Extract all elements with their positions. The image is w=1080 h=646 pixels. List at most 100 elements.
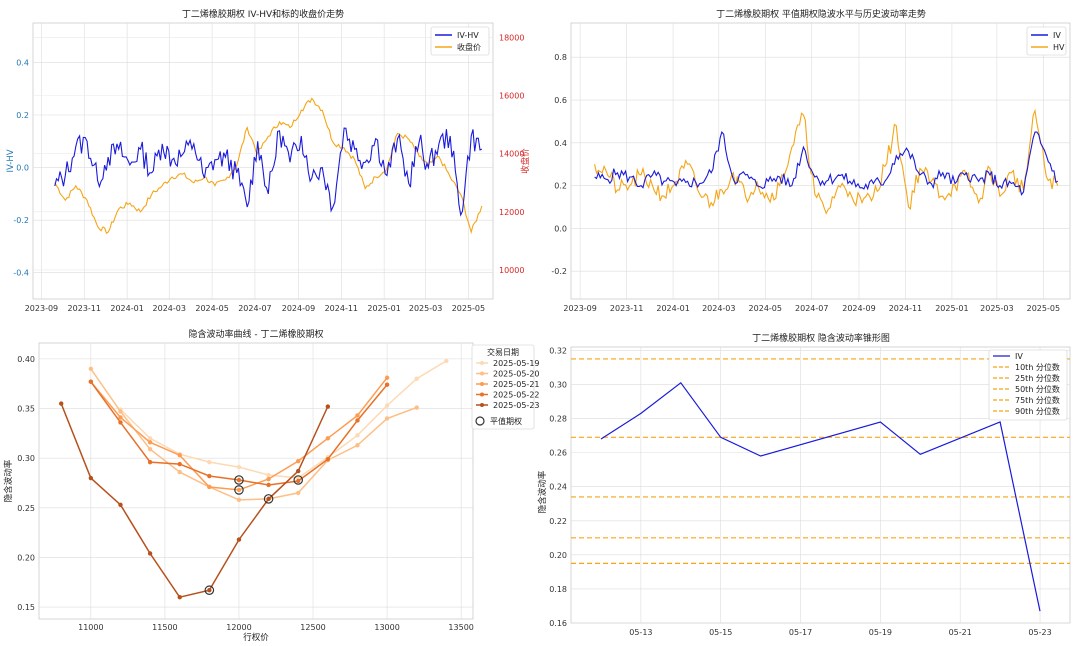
chart3-point bbox=[177, 452, 182, 458]
chart2-line-iv bbox=[594, 130, 1059, 196]
chart1-x-tick-label: 2023-11 bbox=[68, 304, 101, 313]
chart3-point bbox=[147, 551, 153, 556]
chart4-y-tick-label: 0.18 bbox=[549, 585, 567, 594]
chart2-y-tick-label: 0.6 bbox=[554, 96, 567, 105]
chart1-line-iv-hv bbox=[54, 127, 482, 217]
chart3-point bbox=[147, 436, 153, 441]
chart4-x-tick-label: 05-21 bbox=[949, 628, 972, 637]
chart1-title: 丁二烯橡胶期权 IV-HV和标的收盘价走势 bbox=[182, 8, 344, 20]
chart2-legend-iv: IV bbox=[1053, 31, 1061, 40]
chart4-title: 丁二烯橡胶期权 隐含波动率锥形图 bbox=[752, 332, 890, 344]
chart2-x-tick-label: 2024-07 bbox=[795, 304, 828, 313]
chart3-legend-dot bbox=[480, 371, 484, 376]
chart3-legend-label: 2025-05-21 bbox=[493, 380, 540, 389]
chart3-legend-dot bbox=[480, 382, 484, 386]
chart4-x-tick-label: 05-17 bbox=[789, 628, 812, 637]
chart3-point bbox=[414, 376, 419, 381]
chart3-y-tick-label: 0.35 bbox=[17, 405, 35, 414]
chart3-point bbox=[177, 461, 182, 467]
chart2-x-tick-label: 2025-01 bbox=[935, 304, 968, 313]
chart3-y-tick-label: 0.25 bbox=[17, 504, 35, 513]
chart3-x-tick-label: 11500 bbox=[152, 623, 177, 632]
chart2-y-tick-label: 0.4 bbox=[554, 139, 567, 148]
chart2-x-tick-label: 2024-01 bbox=[656, 304, 689, 313]
chart2-y-ticks: -0.2 0.0 0.2 0.4 0.6 0.8 bbox=[551, 53, 567, 276]
chart3-legend-dot bbox=[480, 361, 484, 365]
chart3-x-tick-label: 13500 bbox=[448, 623, 473, 632]
chart2-legend: IV HV bbox=[1026, 26, 1067, 56]
chart3-point bbox=[177, 469, 182, 475]
chart1-y-right-tick-label: 18000 bbox=[499, 34, 524, 43]
chart-iv-smile: 隐含波动率曲线 - 丁二烯橡胶期权 11000 11500 12000 12500 13… bbox=[3, 328, 540, 643]
chart2-x-tick-label: 2023-09 bbox=[563, 304, 596, 313]
chart3-point bbox=[118, 420, 123, 425]
chart1-x-tick-label: 2024-01 bbox=[110, 304, 143, 313]
chart1-ylabel-left: IV-HV bbox=[6, 149, 16, 172]
chart3-point bbox=[147, 440, 153, 445]
chart3-point bbox=[325, 436, 331, 441]
chart3-point bbox=[325, 404, 331, 409]
chart3-point bbox=[355, 433, 360, 438]
chart-iv-cone: 丁二烯橡胶期权 隐含波动率锥形图 05-13 05-15 05-17 05-19 05-… bbox=[537, 332, 1071, 637]
chart1-line-close-price bbox=[54, 97, 483, 235]
chart4-y-tick-label: 0.22 bbox=[549, 517, 567, 526]
chart3-legend-dot bbox=[480, 403, 484, 407]
chart3-point bbox=[236, 537, 242, 542]
chart1-y-right-tick-label: 12000 bbox=[499, 208, 524, 217]
chart1-y-left-tick-label: 0.0 bbox=[16, 164, 29, 173]
chart3-point bbox=[384, 403, 390, 408]
chart4-legend-label: 10th 分位数 bbox=[1015, 362, 1060, 372]
chart3-point bbox=[296, 458, 301, 464]
chart3-point bbox=[296, 478, 301, 484]
chart1-y-right-tick-label: 16000 bbox=[499, 92, 524, 101]
chart2-x-tick-label: 2024-03 bbox=[702, 304, 735, 313]
chart3-point bbox=[414, 405, 419, 410]
chart3-point bbox=[88, 475, 94, 481]
chart2-x-tick-label: 2025-03 bbox=[980, 304, 1013, 313]
chart4-legend-label: 50th 分位数 bbox=[1015, 384, 1060, 394]
chart2-grid bbox=[571, 23, 1070, 299]
chart3-xlabel: 行权价 bbox=[243, 632, 269, 643]
chart3-point bbox=[296, 468, 301, 474]
chart3-x-tick-label: 13000 bbox=[374, 623, 399, 632]
chart3-series bbox=[59, 358, 449, 600]
chart3-legend: 交易日期 2025-05-19 2025-05-202025-05-21 2025-… bbox=[471, 344, 540, 430]
chart4-x-tick-label: 05-13 bbox=[629, 628, 652, 637]
chart3-point bbox=[236, 497, 242, 503]
chart3-y-tick-label: 0.30 bbox=[17, 454, 35, 463]
chart3-point bbox=[266, 472, 271, 478]
chart3-point bbox=[355, 413, 360, 418]
chart3-point bbox=[118, 502, 123, 508]
chart2-x-tick-label: 2023-11 bbox=[610, 304, 643, 313]
chart3-y-tick-label: 0.15 bbox=[17, 603, 35, 612]
chart3-point bbox=[266, 476, 271, 482]
chart3-point bbox=[266, 482, 271, 488]
chart3-point bbox=[147, 447, 153, 452]
chart3-line-2025-05-19 bbox=[119, 360, 447, 479]
chart1-x-tick-label: 2023-09 bbox=[25, 304, 58, 313]
chart3-x-ticks: 11000 11500 12000 12500 13000 13500 bbox=[78, 623, 474, 632]
chart3-legend-dot bbox=[480, 392, 484, 397]
chart3-x-tick-label: 12500 bbox=[300, 623, 325, 632]
chart3-point bbox=[59, 401, 64, 406]
chart-iv-hv-price: 丁二烯橡胶期权 IV-HV和标的收盘价走势 2023-09 2023-11 2024… bbox=[6, 8, 531, 313]
chart4-y-tick-label: 0.24 bbox=[549, 483, 567, 492]
chart3-y-tick-label: 0.40 bbox=[17, 355, 35, 364]
chart1-series bbox=[54, 97, 483, 235]
chart2-x-ticks: 2023-09 2023-11 2024-01 2024-03 2024-05 2024-… bbox=[563, 304, 1060, 313]
chart2-y-tick-label: 0.2 bbox=[554, 182, 567, 191]
chart2-series bbox=[594, 108, 1059, 215]
chart2-y-tick-label: 0.8 bbox=[554, 53, 567, 62]
dashboard-canvas: 丁二烯橡胶期权 IV-HV和标的收盘价走势 2023-09 2023-11 2024… bbox=[3, 8, 1071, 643]
chart1-x-tick-label: 2024-03 bbox=[153, 304, 186, 313]
chart2-legend-hv: HV bbox=[1053, 43, 1065, 52]
chart3-point bbox=[207, 473, 212, 479]
chart1-legend-price: 收盘价 bbox=[457, 42, 481, 52]
chart1-x-tick-label: 2025-03 bbox=[409, 304, 442, 313]
chart4-legend: IV10th 分位数25th 分位数50th 分位数75th 分位数90th 分… bbox=[988, 349, 1068, 421]
chart1-y-right-tick-label: 10000 bbox=[499, 266, 524, 275]
chart3-legend-title: 交易日期 bbox=[487, 347, 519, 357]
chart1-x-tick-label: 2024-05 bbox=[195, 304, 228, 313]
chart3-point bbox=[325, 456, 331, 462]
chart4-legend-label: 90th 分位数 bbox=[1015, 406, 1060, 416]
